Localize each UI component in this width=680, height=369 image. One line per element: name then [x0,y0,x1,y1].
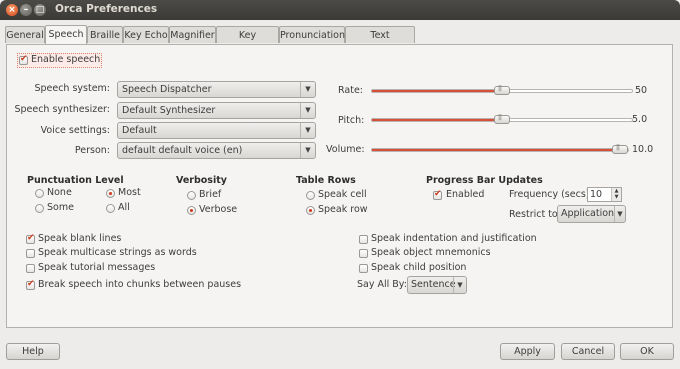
rate-value: 50 [635,85,648,96]
help-button[interactable]: Help [6,343,60,360]
title-bar: × – □ Orca Preferences [0,0,680,20]
verbosity-brief-radio[interactable] [187,191,196,200]
pitch-slider-handle[interactable] [494,114,510,124]
speak-tutorial-label: Speak tutorial messages [38,262,156,273]
voice-settings-label: Voice settings: [40,125,110,136]
speak-child-position-label: Speak child position [371,262,467,273]
break-chunks-label: Break speech into chunks between pauses [38,279,242,290]
rate-slider-fill [372,90,502,92]
restrict-value: Application [561,208,615,219]
speak-child-position-checkbox[interactable] [359,264,368,273]
chevron-down-icon: ▼ [300,103,315,118]
chevron-down-icon: ▼ [300,82,315,97]
volume-slider-fill [372,149,620,151]
speak-row-label: Speak row [318,204,368,215]
punctuation-none-radio[interactable] [35,189,44,198]
tab-key-bindings[interactable]: Key Bindings [216,26,279,58]
speech-panel: Enable speech Speech system: Speech synt… [6,44,673,328]
chevron-down-icon: ▼ [453,277,466,293]
speak-blank-lines-label: Speak blank lines [38,233,122,244]
volume-slider-handle[interactable] [612,144,628,154]
minimize-icon[interactable]: – [20,4,32,16]
speak-blank-lines-checkbox[interactable] [26,233,35,244]
speech-synth-value: Default Synthesizer [122,105,216,116]
speech-system-label: Speech system: [34,83,110,94]
tab-general[interactable]: General [5,26,45,43]
speak-mnemonics-label: Speak object mnemonics [371,247,491,258]
rate-slider[interactable] [371,85,633,95]
say-all-by-value: Sentence [411,279,456,290]
punctuation-most-radio[interactable] [106,189,115,198]
maximize-icon[interactable]: □ [34,4,46,16]
progress-enabled-checkbox[interactable] [433,189,442,200]
volume-label: Volume: [326,144,365,155]
close-icon[interactable]: × [6,4,18,16]
frequency-label: Frequency (secs): [509,189,593,200]
punctuation-some-label: Some [47,202,74,213]
ok-button[interactable]: OK [620,343,674,360]
enable-speech-checkbox[interactable] [19,54,28,65]
progress-heading: Progress Bar Updates [426,175,543,186]
speak-cell-radio[interactable] [306,191,315,200]
break-chunks-checkbox[interactable] [26,279,35,290]
pitch-slider-fill [372,119,502,121]
punctuation-none-label: None [47,187,72,198]
progress-enabled-label: Enabled [446,189,485,200]
tab-braille[interactable]: Braille [87,26,123,43]
tab-magnifier[interactable]: Magnifier [169,26,216,43]
tab-speech[interactable]: Speech [45,25,87,44]
voice-settings-combo[interactable]: Default ▼ [117,122,316,139]
pitch-value: 5.0 [632,114,648,125]
frequency-spinner[interactable]: 10 ▲ ▼ [587,187,622,202]
punctuation-heading: Punctuation Level [27,175,124,186]
restrict-combo[interactable]: Application ▼ [557,205,626,223]
speak-multicase-label: Speak multicase strings as words [38,247,197,258]
speak-indentation-checkbox[interactable] [359,235,368,244]
apply-button[interactable]: Apply [500,343,555,360]
punctuation-all-radio[interactable] [106,204,115,213]
speech-synth-label: Speech synthesizer: [14,104,110,115]
voice-settings-value: Default [122,125,157,136]
person-label: Person: [74,145,110,156]
punctuation-all-label: All [118,202,130,213]
chevron-down-icon: ▼ [300,143,315,158]
volume-value: 10.0 [632,144,654,155]
speak-mnemonics-checkbox[interactable] [359,249,368,258]
tab-text-attributes[interactable]: Text Attributes [345,26,415,58]
speech-synth-combo[interactable]: Default Synthesizer ▼ [117,102,316,119]
chevron-down-icon: ▼ [300,123,315,138]
speech-system-combo[interactable]: Speech Dispatcher ▼ [117,81,316,98]
table-rows-heading: Table Rows [296,175,356,186]
enable-speech-label: Enable speech [31,54,101,65]
chevron-down-icon: ▼ [614,206,625,222]
rate-label: Rate: [338,85,363,96]
verbosity-verbose-radio[interactable] [187,206,196,215]
window-title: Orca Preferences [55,3,158,15]
tab-key-echo[interactable]: Key Echo [123,26,169,43]
speak-row-radio[interactable] [306,206,315,215]
restrict-label: Restrict to: [509,209,561,220]
verbosity-heading: Verbosity [176,175,227,186]
speak-indentation-label: Speak indentation and justification [371,233,537,244]
person-value: default default voice (en) [122,145,243,156]
spin-arrows-icon[interactable]: ▲ ▼ [611,188,621,201]
say-all-by-label: Say All By: [357,279,407,290]
verbosity-verbose-label: Verbose [199,204,238,215]
speak-multicase-checkbox[interactable] [26,249,35,258]
volume-slider[interactable] [371,144,629,154]
pitch-label: Pitch: [338,115,365,126]
person-combo[interactable]: default default voice (en) ▼ [117,142,316,159]
tab-pronunciation[interactable]: Pronunciation [279,26,345,43]
verbosity-brief-label: Brief [199,189,222,200]
frequency-value: 10 [590,189,603,200]
punctuation-some-radio[interactable] [35,204,44,213]
speak-tutorial-checkbox[interactable] [26,264,35,273]
speech-system-value: Speech Dispatcher [122,84,212,95]
punctuation-most-label: Most [118,187,141,198]
say-all-by-combo[interactable]: Sentence ▼ [407,276,467,294]
speak-cell-label: Speak cell [318,189,367,200]
rate-slider-handle[interactable] [494,85,510,95]
cancel-button[interactable]: Cancel [561,343,615,360]
pitch-slider[interactable] [371,114,633,124]
